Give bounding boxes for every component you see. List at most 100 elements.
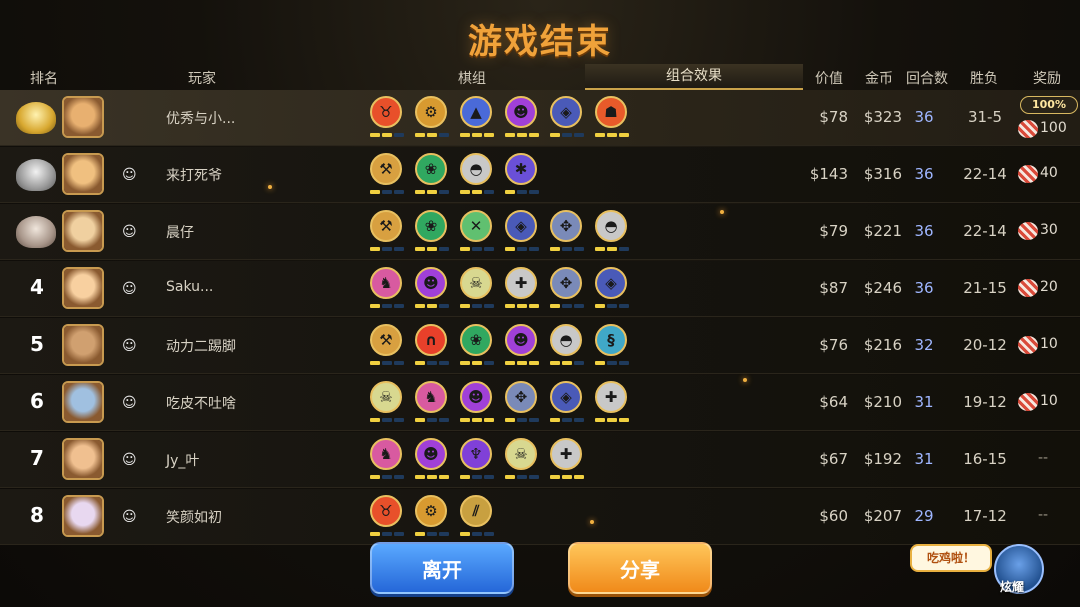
add-friend-icon[interactable]: ☺ — [122, 509, 140, 525]
player-value: $67 — [819, 450, 848, 468]
synergy-badge[interactable]: ☻ — [460, 381, 494, 427]
synergy-badge[interactable]: ✚ — [550, 438, 584, 484]
synergy-badge[interactable]: ◓ — [595, 210, 629, 256]
add-friend-icon[interactable]: ☺ — [122, 281, 140, 297]
demon-horns-icon: ♉ — [370, 495, 402, 527]
synergy-badge[interactable]: ◈ — [505, 210, 539, 256]
player-row[interactable]: 8 ☺ 笑颜如初 ♉ ⚙ ⫽ $60 $207 29 17-12 -- — [0, 489, 1080, 545]
synergy-badge[interactable]: ✕ — [460, 210, 494, 256]
synergy-level-bars — [550, 133, 584, 137]
synergy-badge[interactable]: ⚒ — [370, 210, 404, 256]
synergy-badge[interactable]: ⚒ — [370, 153, 404, 199]
player-reward: 40 — [1018, 163, 1074, 187]
leave-button[interactable]: 离开 — [370, 542, 514, 594]
synergy-badge[interactable]: ◈ — [550, 96, 584, 142]
player-avatar[interactable] — [62, 96, 104, 138]
player-row[interactable]: 优秀与小... ♉ ⚙ ▲ ☻ ◈ ☗ $78 $323 36 31-5 100% 100 — [0, 90, 1080, 146]
helmet-icon: ◓ — [550, 324, 582, 356]
candy-bag-icon — [1018, 222, 1038, 240]
player-avatar[interactable] — [62, 153, 104, 195]
player-row[interactable]: 4 ☺ Saku... ♞ ☻ ☠ ✚ ✥ ◈ $87 $246 36 21-15 20 — [0, 261, 1080, 317]
synergy-level-bars — [370, 361, 404, 365]
synergy-level-bars — [460, 133, 494, 137]
rank-medal-icon — [16, 102, 56, 134]
reward-amount: 20 — [1040, 279, 1058, 295]
synergy-badge[interactable]: ☗ — [595, 96, 629, 142]
synergy-badge[interactable]: § — [595, 324, 629, 370]
player-avatar[interactable] — [62, 267, 104, 309]
add-friend-icon[interactable]: ☺ — [122, 167, 140, 183]
add-friend-icon[interactable]: ☺ — [122, 452, 140, 468]
synergy-badge[interactable]: ◓ — [550, 324, 584, 370]
player-row[interactable]: 7 ☺ Jy_叶 ♞ ☻ ♆ ☠ ✚ $67 $192 31 16-15 -- — [0, 432, 1080, 488]
synergy-badge[interactable]: ♉ — [370, 96, 404, 142]
synergy-badge[interactable]: ❀ — [415, 210, 449, 256]
synergy-badge[interactable]: ⚙ — [415, 495, 449, 541]
synergy-badge[interactable]: ♉ — [370, 495, 404, 541]
synergy-badge[interactable]: ◓ — [460, 153, 494, 199]
synergy-badge[interactable]: ☠ — [460, 267, 494, 313]
synergy-badge[interactable]: ✱ — [505, 153, 539, 199]
leaderboard: 优秀与小... ♉ ⚙ ▲ ☻ ◈ ☗ $78 $323 36 31-5 100% 100 ☺ 来打死爷 ⚒ ❀… — [0, 90, 1080, 546]
synergy-badge[interactable]: ⚙ — [415, 96, 449, 142]
synergy-badge[interactable]: ☻ — [415, 267, 449, 313]
header-combo-tab[interactable]: 组合效果 — [585, 64, 803, 90]
player-row[interactable]: 6 ☺ 吃皮不吐啥 ☠ ♞ ☻ ✥ ◈ ✚ $64 $210 31 19-12 10 — [0, 375, 1080, 431]
share-button[interactable]: 分享 — [568, 542, 712, 594]
reward-amount: 100 — [1040, 120, 1067, 136]
synergy-badge[interactable]: ∩ — [415, 324, 449, 370]
player-rounds: 36 — [914, 108, 934, 126]
synergy-badge[interactable]: ♞ — [370, 267, 404, 313]
synergy-badge[interactable]: ☻ — [505, 96, 539, 142]
synergy-badge[interactable]: ☻ — [415, 438, 449, 484]
synergy-badge[interactable]: ▲ — [460, 96, 494, 142]
synergy-badge[interactable]: ☠ — [505, 438, 539, 484]
player-reward: -- — [1018, 448, 1074, 472]
synergy-level-bars — [460, 361, 494, 365]
player-row[interactable]: ☺ 来打死爷 ⚒ ❀ ◓ ✱ $143 $316 36 22-14 40 — [0, 147, 1080, 203]
synergy-badge[interactable]: ✥ — [550, 267, 584, 313]
add-friend-icon[interactable]: ☺ — [122, 338, 140, 354]
synergy-badge[interactable]: ✥ — [505, 381, 539, 427]
add-friend-icon[interactable]: ☺ — [122, 395, 140, 411]
synergy-badge[interactable]: ♞ — [370, 438, 404, 484]
synergy-badge[interactable]: ◈ — [550, 381, 584, 427]
player-avatar[interactable] — [62, 324, 104, 366]
reward-amount: 40 — [1040, 165, 1058, 181]
ambient-spark — [743, 378, 747, 382]
synergy-badge[interactable]: ⚒ — [370, 324, 404, 370]
synergy-badge[interactable]: ✚ — [595, 381, 629, 427]
synergy-badge[interactable]: ☻ — [505, 324, 539, 370]
player-name: 来打死爷 — [166, 168, 222, 184]
player-avatar[interactable] — [62, 438, 104, 480]
synergy-badge[interactable]: ✥ — [550, 210, 584, 256]
player-avatar[interactable] — [62, 381, 104, 423]
player-avatar[interactable] — [62, 495, 104, 537]
player-row[interactable]: ☺ 晨仔 ⚒ ❀ ✕ ◈ ✥ ◓ $79 $221 36 22-14 30 — [0, 204, 1080, 260]
synergy-badge[interactable]: ✚ — [505, 267, 539, 313]
add-friend-icon[interactable]: ☺ — [122, 224, 140, 240]
gear-icon: ⚙ — [415, 96, 447, 128]
synergy-badge[interactable]: ❀ — [460, 324, 494, 370]
player-reward: 10 — [1018, 391, 1074, 415]
header-lineup[interactable]: 棋组 — [458, 68, 486, 88]
player-winloss: 22-14 — [963, 222, 1007, 240]
synergy-level-bars — [460, 304, 494, 308]
synergy-badge[interactable]: ♞ — [415, 381, 449, 427]
player-row[interactable]: 5 ☺ 动力二踢脚 ⚒ ∩ ❀ ☻ ◓ § $76 $216 32 20-12 10 — [0, 318, 1080, 374]
show-off-label[interactable]: 炫耀 — [1000, 578, 1024, 595]
demon-face-icon: ☻ — [460, 381, 492, 413]
player-avatar[interactable] — [62, 210, 104, 252]
synergy-badge[interactable]: ⫽ — [460, 495, 494, 541]
synergy-badge[interactable]: ♆ — [460, 438, 494, 484]
player-reward: 20 — [1018, 277, 1074, 301]
synergy-badge[interactable]: ❀ — [415, 153, 449, 199]
player-value: $60 — [819, 507, 848, 525]
synergy-level-bars — [370, 475, 404, 479]
header-player: 玩家 — [188, 71, 216, 87]
synergy-badge[interactable]: ☠ — [370, 381, 404, 427]
player-name: 吃皮不吐啥 — [166, 396, 236, 412]
reward-bonus-badge: 100% — [1020, 96, 1078, 114]
synergy-badge[interactable]: ◈ — [595, 267, 629, 313]
paw-icon: ❀ — [415, 210, 447, 242]
